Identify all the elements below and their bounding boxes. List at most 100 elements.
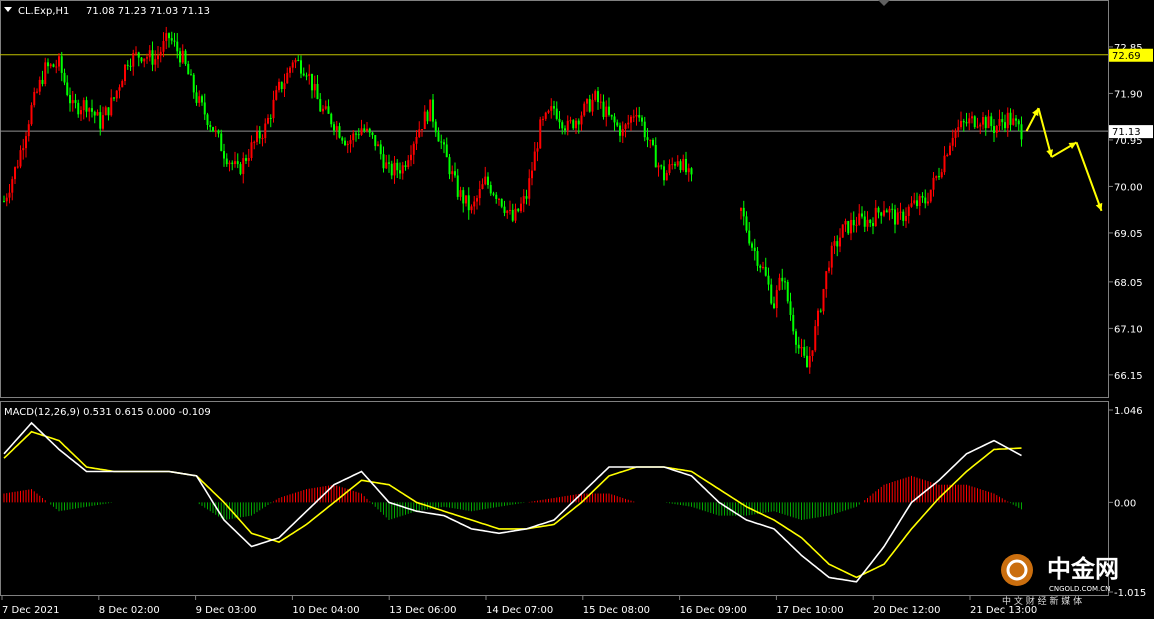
candle-body	[932, 177, 935, 190]
candle-body	[330, 113, 333, 125]
candle-body	[203, 102, 206, 115]
candle-body	[294, 59, 297, 63]
candle-body	[335, 126, 338, 131]
candle-body	[929, 189, 932, 202]
candle-body	[990, 116, 993, 127]
candle-body	[8, 192, 11, 198]
candle-body	[808, 355, 811, 368]
candle-body	[1017, 120, 1020, 125]
candle-body	[863, 216, 866, 227]
candle-body	[467, 195, 470, 211]
candle-body	[910, 203, 913, 207]
candle-body	[968, 118, 971, 124]
candle-body	[861, 213, 863, 217]
candle-body	[602, 101, 605, 117]
time-tick-label: 16 Dec 09:00	[680, 605, 747, 616]
candle-body	[311, 73, 313, 91]
candle-body	[173, 40, 176, 42]
candle-body	[940, 172, 943, 178]
candle-body	[850, 219, 852, 234]
candle-body	[770, 284, 773, 304]
time-tick-label: 15 Dec 08:00	[583, 605, 650, 616]
svg-text:中 文 财 经 新 媒 体: 中 文 财 经 新 媒 体	[1002, 595, 1082, 607]
candle-body	[16, 166, 19, 168]
candle-body	[47, 62, 49, 67]
candle-body	[638, 114, 641, 118]
candle-body	[907, 206, 910, 216]
candle-body	[965, 122, 968, 124]
candle-body	[308, 73, 311, 77]
candle-body	[99, 112, 102, 129]
candle-body	[509, 209, 511, 211]
candle-body	[151, 50, 154, 65]
candle-body	[135, 52, 137, 54]
candle-body	[3, 201, 5, 203]
candle-body	[646, 137, 649, 140]
candle-body	[976, 126, 979, 128]
candle-body	[973, 116, 976, 128]
candle-body	[542, 118, 544, 120]
candle-body	[22, 148, 25, 151]
candle-body	[454, 171, 456, 176]
candle-body	[572, 120, 575, 129]
candle-body	[38, 79, 41, 92]
candle-body	[195, 92, 198, 103]
candle-body	[806, 355, 808, 368]
candle-body	[96, 112, 99, 116]
current-price-tag-label: 71.13	[1112, 127, 1141, 138]
candle-body	[179, 51, 181, 63]
candle-body	[998, 119, 1001, 126]
candle-body	[1004, 122, 1006, 129]
candle-body	[143, 58, 146, 62]
candle-body	[269, 117, 272, 119]
candle-body	[113, 97, 115, 99]
candle-body	[561, 122, 564, 129]
candle-body	[371, 132, 374, 136]
candle-body	[1006, 112, 1009, 129]
candle-body	[624, 124, 627, 130]
candle-body	[118, 87, 121, 91]
candle-body	[225, 158, 228, 165]
candle-body	[44, 62, 47, 84]
candle-body	[159, 51, 162, 56]
candle-body	[687, 168, 690, 173]
candle-body	[495, 194, 498, 199]
candle-body	[374, 135, 377, 147]
candle-body	[613, 116, 616, 123]
candle-body	[506, 210, 509, 213]
candle-body	[663, 166, 665, 181]
candle-body	[388, 162, 390, 164]
candle-body	[432, 99, 434, 122]
candle-body	[60, 56, 63, 73]
candle-body	[366, 128, 368, 131]
candle-body	[49, 64, 52, 67]
candle-body	[11, 179, 14, 193]
candle-body	[819, 310, 822, 312]
macd-tick-label: -1.015	[1114, 588, 1146, 599]
candle-body	[866, 219, 869, 227]
candle-body	[544, 112, 547, 119]
candle-body	[924, 197, 927, 204]
candle-body	[751, 243, 753, 248]
candle-body	[236, 161, 239, 165]
candle-body	[104, 107, 107, 116]
candle-body	[943, 155, 946, 173]
candle-body	[110, 97, 113, 116]
candle-body	[630, 116, 632, 123]
candle-body	[368, 128, 371, 133]
candle-body	[781, 277, 784, 282]
candle-body	[256, 131, 258, 142]
candle-body	[377, 144, 379, 147]
candle-body	[275, 90, 278, 100]
candle-body	[250, 142, 253, 158]
candle-body	[1001, 119, 1004, 123]
candle-body	[25, 136, 27, 149]
candle-body	[616, 122, 619, 126]
candle-body	[817, 310, 819, 327]
candle-body	[555, 108, 558, 119]
candle-body	[795, 331, 797, 345]
candle-body	[905, 215, 907, 221]
ohlc-label: 71.08 71.23 71.03 71.13	[86, 6, 210, 17]
candle-body	[676, 161, 679, 166]
candle-body	[880, 212, 883, 216]
